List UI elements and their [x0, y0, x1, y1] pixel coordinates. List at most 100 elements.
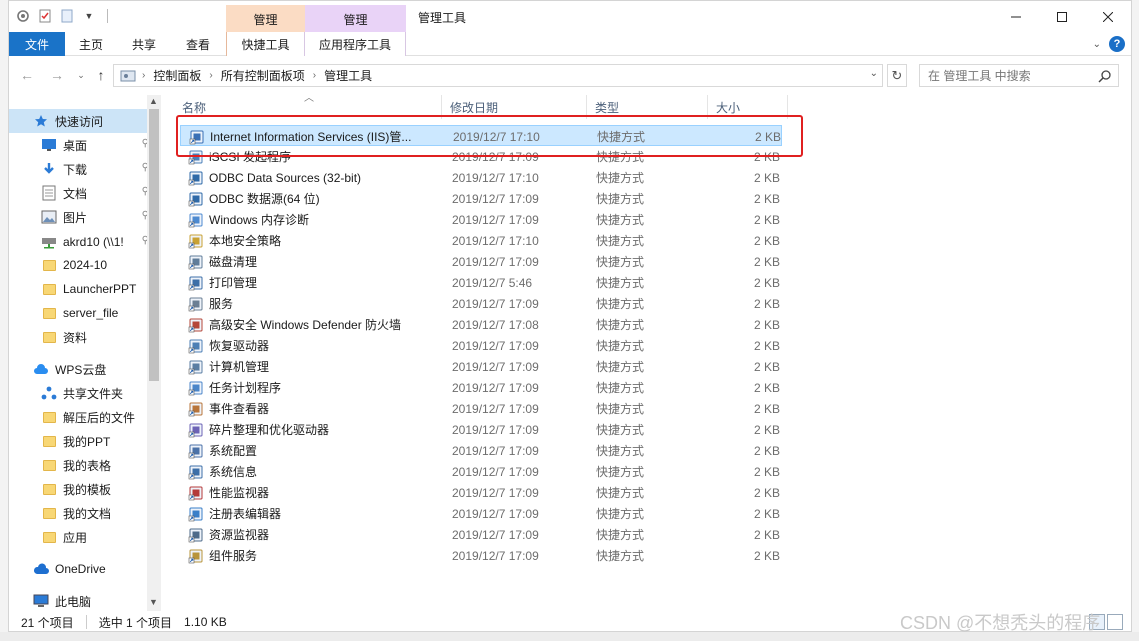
folder-icon: [41, 505, 57, 521]
sidebar-item[interactable]: LauncherPPT: [9, 277, 149, 301]
close-button[interactable]: [1085, 1, 1131, 32]
sidebar-item[interactable]: 我的表格: [9, 453, 149, 477]
large-icons-view-icon[interactable]: [1107, 614, 1123, 630]
sidebar-item[interactable]: 应用: [9, 525, 149, 549]
shortcut-icon: [188, 255, 203, 269]
file-size: 2 KB: [753, 275, 780, 290]
file-row[interactable]: 事件查看器 2019/12/7 17:09 快捷方式 2 KB: [180, 398, 782, 419]
file-type: 快捷方式: [596, 507, 645, 521]
address-bar[interactable]: › 控制面板 › 所有控制面板项 › 管理工具 ⌄: [113, 64, 883, 87]
file-row[interactable]: 注册表编辑器 2019/12/7 17:09 快捷方式 2 KB: [180, 503, 782, 524]
file-name-cell: 系统配置: [188, 440, 436, 461]
file-row[interactable]: 服务 2019/12/7 17:09 快捷方式 2 KB: [180, 293, 782, 314]
help-icon[interactable]: ?: [1109, 36, 1125, 52]
file-row[interactable]: 性能监视器 2019/12/7 17:09 快捷方式 2 KB: [180, 482, 782, 503]
back-arrow-icon[interactable]: ←: [17, 65, 37, 85]
quick-access-toolbar: ▼: [15, 6, 108, 26]
file-type: 快捷方式: [596, 381, 645, 395]
checkmark-doc-icon[interactable]: [37, 8, 53, 24]
file-size: 2 KB: [753, 296, 780, 311]
sidebar-item[interactable]: 桌面 ⚲: [9, 133, 149, 157]
file-row[interactable]: 打印管理 2019/12/7 5:46 快捷方式 2 KB: [180, 272, 782, 293]
maximize-button[interactable]: [1039, 1, 1085, 32]
file-name-cell: 系统信息: [188, 461, 436, 482]
sidebar-item[interactable]: 此电脑: [9, 589, 149, 611]
tab-view[interactable]: 查看: [171, 32, 225, 56]
expand-ribbon-icon[interactable]: ⌄: [1093, 39, 1101, 50]
new-folder-icon[interactable]: [59, 8, 75, 24]
modified-date: 2019/12/7 17:09: [452, 464, 539, 479]
qat-separator: [107, 9, 108, 23]
shortcut-icon: [188, 444, 203, 458]
breadcrumb-all-items[interactable]: 所有控制面板项: [221, 67, 305, 84]
customize-dropdown-icon[interactable]: ▼: [81, 8, 97, 24]
file-row[interactable]: 恢复驱动器 2019/12/7 17:09 快捷方式 2 KB: [180, 335, 782, 356]
sidebar-item[interactable]: WPS云盘: [9, 357, 149, 381]
file-row[interactable]: 高级安全 Windows Defender 防火墙 2019/12/7 17:08…: [180, 314, 782, 335]
breadcrumb-control-panel[interactable]: 控制面板: [153, 67, 201, 84]
search-input[interactable]: 在 管理工具 中搜索: [919, 64, 1119, 87]
tab-share[interactable]: 共享: [117, 32, 171, 56]
sidebar-item[interactable]: 资料: [9, 325, 149, 349]
modified-date: 2019/12/7 17:09: [452, 485, 539, 500]
shortcut-icon: [188, 549, 203, 563]
sidebar-item[interactable]: 快速访问: [9, 109, 149, 133]
file-row[interactable]: 本地安全策略 2019/12/7 17:10 快捷方式 2 KB: [180, 230, 782, 251]
sidebar-item-label: WPS云盘: [55, 362, 107, 377]
forward-arrow-icon[interactable]: →: [47, 65, 67, 85]
file-row[interactable]: 组件服务 2019/12/7 17:09 快捷方式 2 KB: [180, 545, 782, 566]
sidebar-item[interactable]: 文档 ⚲: [9, 181, 149, 205]
address-dropdown-icon[interactable]: ⌄: [870, 68, 878, 79]
sidebar-item[interactable]: 图片 ⚲: [9, 205, 149, 229]
breadcrumb-admin-tools[interactable]: 管理工具: [324, 67, 372, 84]
file-row[interactable]: 系统配置 2019/12/7 17:09 快捷方式 2 KB: [180, 440, 782, 461]
shortcut-icon: [188, 276, 203, 290]
ribbon-controls: ⌄ ?: [1093, 36, 1125, 52]
file-row[interactable]: 磁盘清理 2019/12/7 17:09 快捷方式 2 KB: [180, 251, 782, 272]
sidebar-item[interactable]: 我的模板: [9, 477, 149, 501]
sidebar-item-label: 快速访问: [55, 114, 104, 129]
document-icon: [41, 185, 57, 201]
recent-locations-icon[interactable]: ⌄: [71, 65, 91, 85]
properties-icon[interactable]: [15, 8, 31, 24]
file-row[interactable]: 计算机管理 2019/12/7 17:09 快捷方式 2 KB: [180, 356, 782, 377]
scroll-down-icon[interactable]: ▼: [149, 597, 158, 607]
up-arrow-icon[interactable]: ↑: [91, 65, 111, 85]
tab-home[interactable]: 主页: [65, 32, 117, 56]
file-size: 2 KB: [753, 338, 780, 353]
breadcrumb-chevron-icon: ›: [209, 70, 213, 81]
sidebar-item[interactable]: server_file: [9, 301, 149, 325]
refresh-button[interactable]: ↻: [887, 64, 907, 87]
nav-pane-scrollbar[interactable]: ▲ ▼: [147, 95, 161, 611]
context-group-manage-1: 管理: [226, 5, 305, 32]
tab-file[interactable]: 文件: [9, 32, 65, 56]
modified-date: 2019/12/7 17:09: [452, 191, 539, 206]
sidebar-item[interactable]: 我的文档: [9, 501, 149, 525]
sidebar-item[interactable]: 我的PPT: [9, 429, 149, 453]
file-name-cell: ODBC Data Sources (32-bit): [188, 167, 436, 188]
sidebar-item[interactable]: 下载 ⚲: [9, 157, 149, 181]
file-row[interactable]: ODBC 数据源(64 位) 2019/12/7 17:09 快捷方式 2 KB: [180, 188, 782, 209]
tab-application-tools[interactable]: 应用程序工具: [305, 32, 406, 56]
sidebar-item[interactable]: 解压后的文件: [9, 405, 149, 429]
sidebar-item[interactable]: 共享文件夹: [9, 381, 149, 405]
file-name: 服务: [209, 297, 234, 311]
file-row[interactable]: 任务计划程序 2019/12/7 17:09 快捷方式 2 KB: [180, 377, 782, 398]
minimize-button[interactable]: [993, 1, 1039, 32]
modified-date: 2019/12/7 17:09: [452, 296, 539, 311]
file-row[interactable]: Windows 内存诊断 2019/12/7 17:09 快捷方式 2 KB: [180, 209, 782, 230]
sidebar-item[interactable]: 2024-10: [9, 253, 149, 277]
scrollbar-thumb[interactable]: [149, 109, 159, 381]
file-row[interactable]: 系统信息 2019/12/7 17:09 快捷方式 2 KB: [180, 461, 782, 482]
sidebar-item[interactable]: OneDrive: [9, 557, 149, 581]
folder-icon: [41, 529, 57, 545]
file-row[interactable]: 碎片整理和优化驱动器 2019/12/7 17:09 快捷方式 2 KB: [180, 419, 782, 440]
tab-shortcut-tools[interactable]: 快捷工具: [226, 32, 305, 56]
file-row[interactable]: ODBC Data Sources (32-bit) 2019/12/7 17:1…: [180, 167, 782, 188]
file-row[interactable]: 资源监视器 2019/12/7 17:09 快捷方式 2 KB: [180, 524, 782, 545]
file-size: 2 KB: [753, 485, 780, 500]
sidebar-item[interactable]: akrd10 (\\1! ⚲: [9, 230, 149, 254]
shortcut-icon: [188, 465, 203, 479]
scroll-up-icon[interactable]: ▲: [149, 96, 158, 106]
modified-date: 2019/12/7 17:09: [452, 212, 539, 227]
